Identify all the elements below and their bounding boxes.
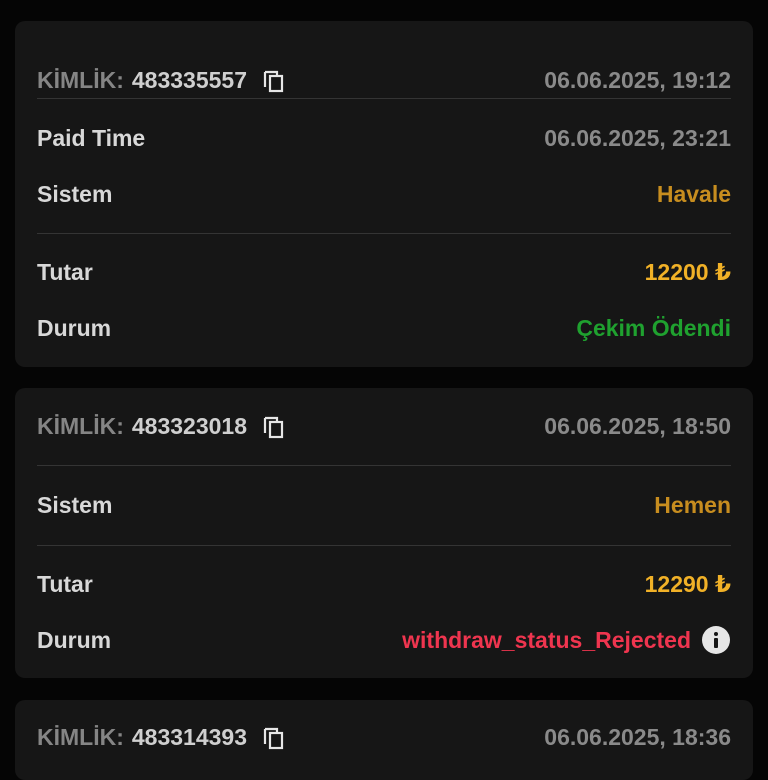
info-icon[interactable]	[701, 625, 731, 655]
amount-value: 12290 ₺	[644, 570, 731, 597]
copy-icon[interactable]	[261, 66, 287, 94]
id-label: KİMLİK:	[37, 723, 124, 750]
transaction-card-2: KİMLİK: 483323018 06.06.2025, 18:50 Sist…	[15, 388, 753, 678]
id-value: 483335557	[131, 66, 247, 93]
system-value: Havale	[656, 180, 731, 207]
system-label: Sistem	[37, 180, 113, 207]
id-value: 483314393	[131, 723, 247, 750]
system-row: Sistem Havale	[37, 179, 731, 209]
status-value: withdraw_status_Rejected	[402, 626, 691, 653]
card-header: KİMLİK: 483314393 06.06.2025, 18:36	[37, 722, 731, 752]
paid-time-row: Paid Time 06.06.2025, 23:21	[37, 123, 731, 153]
divider	[37, 465, 731, 466]
id-label: KİMLİK:	[37, 66, 124, 93]
card-header: KİMLİK: 483335557 06.06.2025, 19:12	[37, 65, 731, 95]
status-label: Durum	[37, 314, 112, 341]
transaction-id: KİMLİK: 483314393	[37, 723, 287, 751]
divider	[37, 98, 731, 99]
paid-time-label: Paid Time	[37, 124, 146, 151]
card-header: KİMLİK: 483323018 06.06.2025, 18:50	[37, 411, 731, 441]
system-value: Hemen	[654, 491, 731, 518]
paid-time-value: 06.06.2025, 23:21	[544, 124, 731, 151]
amount-label: Tutar	[37, 570, 93, 597]
status-row: Durum withdraw_status_Rejected	[37, 625, 731, 655]
amount-value: 12200 ₺	[644, 258, 731, 285]
divider	[37, 545, 731, 546]
system-label: Sistem	[37, 491, 113, 518]
transaction-date: 06.06.2025, 18:36	[544, 723, 731, 750]
status-row: Durum Çekim Ödendi	[37, 313, 731, 343]
transaction-date: 06.06.2025, 18:50	[544, 412, 731, 439]
status-with-info: withdraw_status_Rejected	[402, 625, 731, 655]
id-label: KİMLİK:	[37, 412, 124, 439]
id-value: 483323018	[131, 412, 247, 439]
copy-icon[interactable]	[261, 412, 287, 440]
transaction-id: KİMLİK: 483323018	[37, 412, 287, 440]
amount-row: Tutar 12290 ₺	[37, 569, 731, 599]
status-value: Çekim Ödendi	[576, 314, 731, 341]
transaction-card-1: KİMLİK: 483335557 06.06.2025, 19:12 Paid…	[15, 21, 753, 367]
status-label: Durum	[37, 626, 112, 653]
divider	[37, 233, 731, 234]
amount-label: Tutar	[37, 258, 93, 285]
transaction-date: 06.06.2025, 19:12	[544, 66, 731, 93]
transaction-card-3: KİMLİK: 483314393 06.06.2025, 18:36	[15, 700, 753, 780]
system-row: Sistem Hemen	[37, 490, 731, 520]
amount-row: Tutar 12200 ₺	[37, 257, 731, 287]
copy-icon[interactable]	[261, 723, 287, 751]
transaction-id: KİMLİK: 483335557	[37, 66, 287, 94]
